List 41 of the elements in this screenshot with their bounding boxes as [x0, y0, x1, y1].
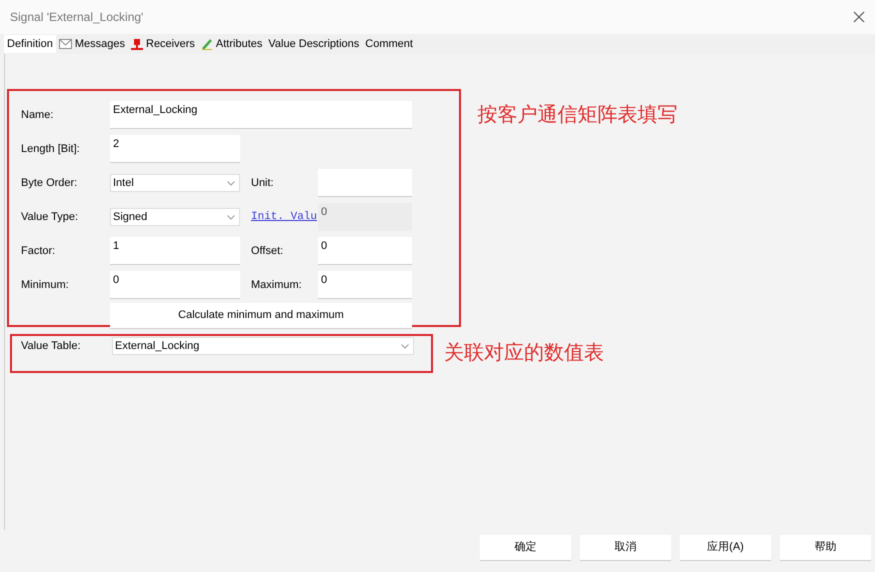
annotation-text: 按客户通信矩阵表填写 [478, 103, 678, 128]
input-field[interactable]: 0 [318, 271, 412, 299]
input-field[interactable]: 2 [110, 135, 240, 163]
pin-icon [131, 38, 143, 50]
dialog-button[interactable]: 应用(A) [680, 535, 771, 561]
dialog-button[interactable]: 取消 [580, 535, 671, 561]
dialog-button[interactable]: 确定 [480, 535, 571, 561]
dropdown[interactable]: Signed [110, 208, 240, 226]
envelope-icon [58, 39, 72, 49]
field-label: Byte Order: [21, 176, 78, 191]
tab[interactable]: Definition [4, 34, 56, 54]
calculate-button[interactable]: Calculate minimum and maximum [110, 303, 412, 329]
input-field[interactable]: 0 [110, 271, 240, 299]
field-label: Name: [21, 108, 54, 123]
tab[interactable]: Comment [362, 34, 416, 54]
tab[interactable]: Attributes [198, 34, 266, 54]
window-title: Signal 'External_Locking' [10, 9, 144, 26]
tab[interactable]: Receivers [128, 34, 198, 54]
tab[interactable]: Value Descriptions [265, 34, 362, 54]
field-label: Value Type: [21, 210, 80, 225]
input-field[interactable]: 1 [110, 237, 240, 265]
chevron-icon [401, 344, 409, 348]
annotation-text: 关联对应的数值表 [444, 341, 604, 366]
chevron-icon [227, 214, 235, 220]
field-label: Unit: [251, 176, 275, 191]
input-field[interactable]: External_Locking [110, 101, 412, 129]
field-label: Factor: [21, 244, 56, 259]
dropdown[interactable]: External_Locking [112, 337, 414, 355]
input-field[interactable]: 0 [318, 237, 412, 265]
field-label: Length [Bit]: [21, 142, 81, 157]
close-icon [853, 10, 865, 23]
dialog-button[interactable]: 帮助 [780, 535, 871, 561]
tab[interactable]: Messages [56, 34, 128, 54]
field-label: Offset: [251, 244, 284, 259]
field-label: Minimum: [21, 278, 70, 293]
field-label: Maximum: [251, 278, 303, 293]
input-field[interactable] [318, 169, 412, 197]
dropdown[interactable]: Intel [110, 174, 240, 192]
chevron-icon [227, 180, 235, 186]
pencil-icon [200, 38, 213, 50]
field-label: Value Table: [21, 338, 82, 354]
